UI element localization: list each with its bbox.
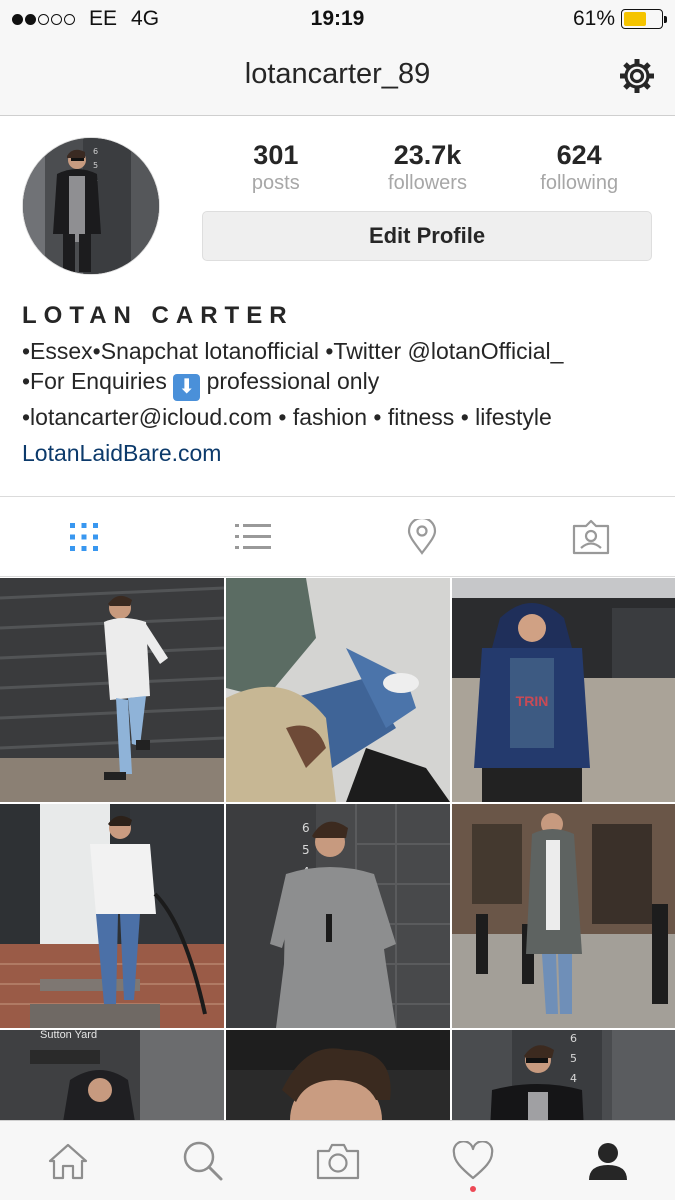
battery-percent: 61% [572, 7, 615, 30]
bottom-tab-bar [0, 1120, 675, 1200]
username-title: lotancarter_89 [244, 58, 431, 90]
posts-stat[interactable]: 301 posts [200, 140, 352, 195]
photo-post[interactable]: 6543 [226, 804, 450, 1028]
bio-line-2-suffix: professional only [200, 368, 380, 394]
gear-icon[interactable] [617, 56, 657, 96]
down-arrow-emoji-icon: ⬇ [173, 374, 201, 401]
svg-text:5: 5 [570, 1052, 577, 1065]
tab-location[interactable] [338, 497, 507, 576]
posts-count: 301 [253, 140, 299, 170]
battery-icon [621, 9, 667, 29]
photo-post[interactable]: Sutton Yard [0, 1030, 224, 1120]
camera-icon [316, 1143, 359, 1179]
profile-icon [588, 1142, 627, 1180]
bio-line-1: •Essex•Snapchat lotanofficial •Twitter @… [22, 338, 564, 364]
photo-post[interactable] [226, 578, 450, 802]
bio-line-3: •lotancarter@icloud.com • fashion • fitn… [22, 404, 552, 430]
tab-grid-view[interactable] [0, 497, 169, 576]
svg-text:6: 6 [302, 821, 310, 835]
edit-profile-button[interactable]: Edit Profile [202, 211, 652, 261]
sign-text: Sutton Yard [40, 1030, 97, 1041]
tab-search[interactable] [135, 1121, 270, 1200]
svg-text:5: 5 [302, 843, 310, 857]
profile-header-bar: lotancarter_89 [0, 38, 675, 116]
status-right: 61% [572, 7, 667, 31]
following-label: following [540, 172, 619, 194]
status-bar: EE 4G 19:19 61% [0, 0, 675, 38]
location-pin-icon [407, 518, 436, 555]
photo-post[interactable] [0, 804, 224, 1028]
photo-post[interactable]: TRIN [452, 578, 675, 802]
tab-profile[interactable] [540, 1121, 675, 1200]
photo-post[interactable] [0, 578, 224, 802]
photo-post[interactable]: 6543 [452, 1030, 675, 1120]
svg-text:6: 6 [93, 147, 98, 156]
tab-home[interactable] [0, 1121, 135, 1200]
tab-camera[interactable] [270, 1121, 405, 1200]
home-icon [48, 1143, 87, 1179]
profile-stats: 301 posts 23.7k followers 624 following [200, 140, 655, 195]
followers-label: followers [388, 172, 467, 194]
followers-stat[interactable]: 23.7k followers [352, 140, 504, 195]
notification-dot [469, 1186, 476, 1192]
battery-fill [624, 12, 646, 26]
bio-line-2-text: •For Enquiries [22, 368, 174, 394]
list-view-icon [235, 523, 272, 549]
followers-count: 23.7k [393, 140, 462, 170]
tagged-photos-icon [572, 519, 609, 554]
profile-view-tabs [0, 496, 675, 577]
bio-line-2: •For Enquiries ⬇ professional only [22, 368, 379, 401]
svg-text:5: 5 [93, 161, 98, 170]
photo-post[interactable] [452, 804, 675, 1028]
tab-list-view[interactable] [169, 497, 338, 576]
tab-tagged[interactable] [506, 497, 675, 576]
shirt-text: TRIN [516, 693, 549, 709]
tab-activity[interactable] [405, 1121, 540, 1200]
posts-label: posts [251, 172, 300, 194]
search-icon [183, 1141, 222, 1180]
svg-text:4: 4 [570, 1072, 577, 1085]
following-count: 624 [556, 140, 602, 170]
photo-grid: TRIN 6543 [0, 578, 675, 1120]
grid-view-icon [70, 522, 99, 551]
heart-icon [452, 1140, 493, 1179]
display-name: LOTAN CARTER [22, 302, 294, 329]
svg-text:6: 6 [570, 1032, 577, 1045]
photo-post[interactable] [226, 1030, 450, 1120]
website-link[interactable]: LotanLaidBare.com [22, 440, 221, 467]
profile-avatar[interactable]: 6543 [22, 137, 160, 275]
following-stat[interactable]: 624 following [503, 140, 655, 195]
